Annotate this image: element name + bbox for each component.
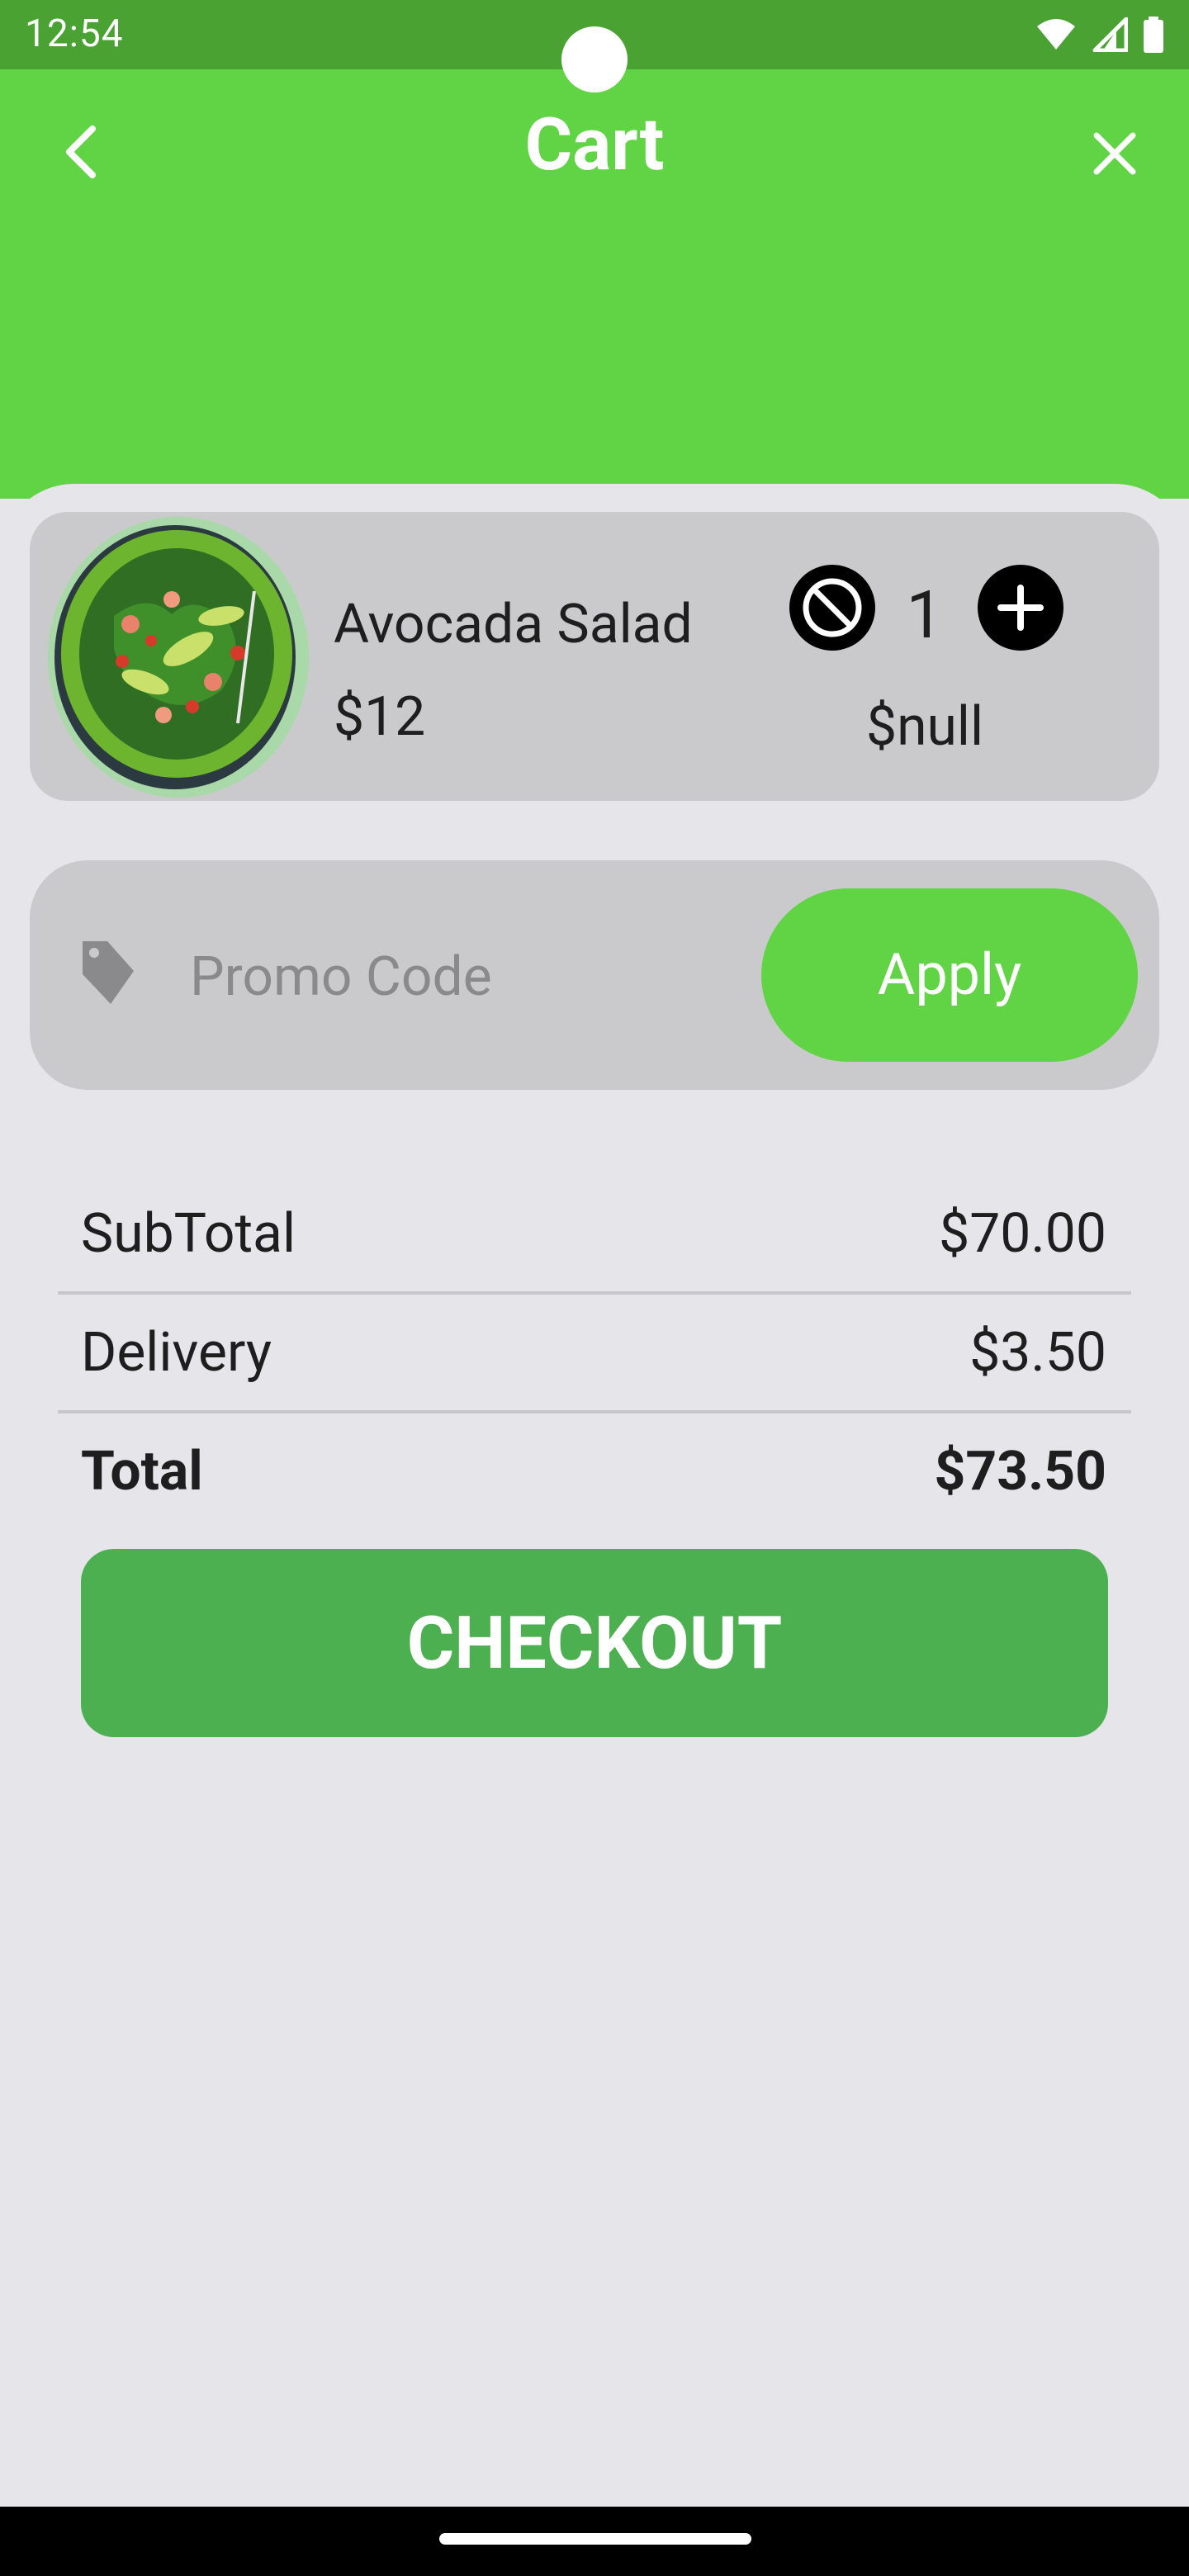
delivery-value: $3.50 xyxy=(969,1321,1106,1385)
delivery-label: Delivery xyxy=(81,1321,272,1385)
tag-icon xyxy=(83,941,134,1004)
item-unit-price: $12 xyxy=(334,685,426,749)
page-title: Cart xyxy=(524,102,665,187)
home-gesture-handle[interactable] xyxy=(439,2533,751,2545)
item-name: Avocada Salad xyxy=(334,593,693,656)
cellular-signal-icon xyxy=(1092,17,1128,52)
battery-icon xyxy=(1144,17,1163,53)
subtotal-label: SubTotal xyxy=(81,1202,296,1266)
status-time: 12:54 xyxy=(25,12,124,56)
total-label: Total xyxy=(81,1440,203,1503)
add-quantity-icon[interactable] xyxy=(978,565,1063,651)
divider xyxy=(58,1410,1131,1413)
total-value: $73.50 xyxy=(934,1440,1106,1503)
item-line-total: $null xyxy=(865,695,984,759)
item-quantity: 1 xyxy=(906,576,944,654)
subtotal-value: $70.00 xyxy=(939,1202,1106,1266)
promo-code-input[interactable] xyxy=(188,936,728,1017)
divider xyxy=(58,1291,1131,1295)
remove-item-icon[interactable] xyxy=(789,565,875,651)
apply-promo-button[interactable]: Apply xyxy=(761,888,1138,1062)
avocado-salad-image xyxy=(48,517,309,798)
camera-cutout xyxy=(561,26,628,92)
close-icon[interactable] xyxy=(1082,121,1148,187)
wifi-icon xyxy=(1037,19,1075,50)
status-icons xyxy=(1035,17,1164,53)
header: Cart xyxy=(0,69,1189,499)
checkout-button[interactable]: CHECKOUT xyxy=(81,1549,1108,1737)
